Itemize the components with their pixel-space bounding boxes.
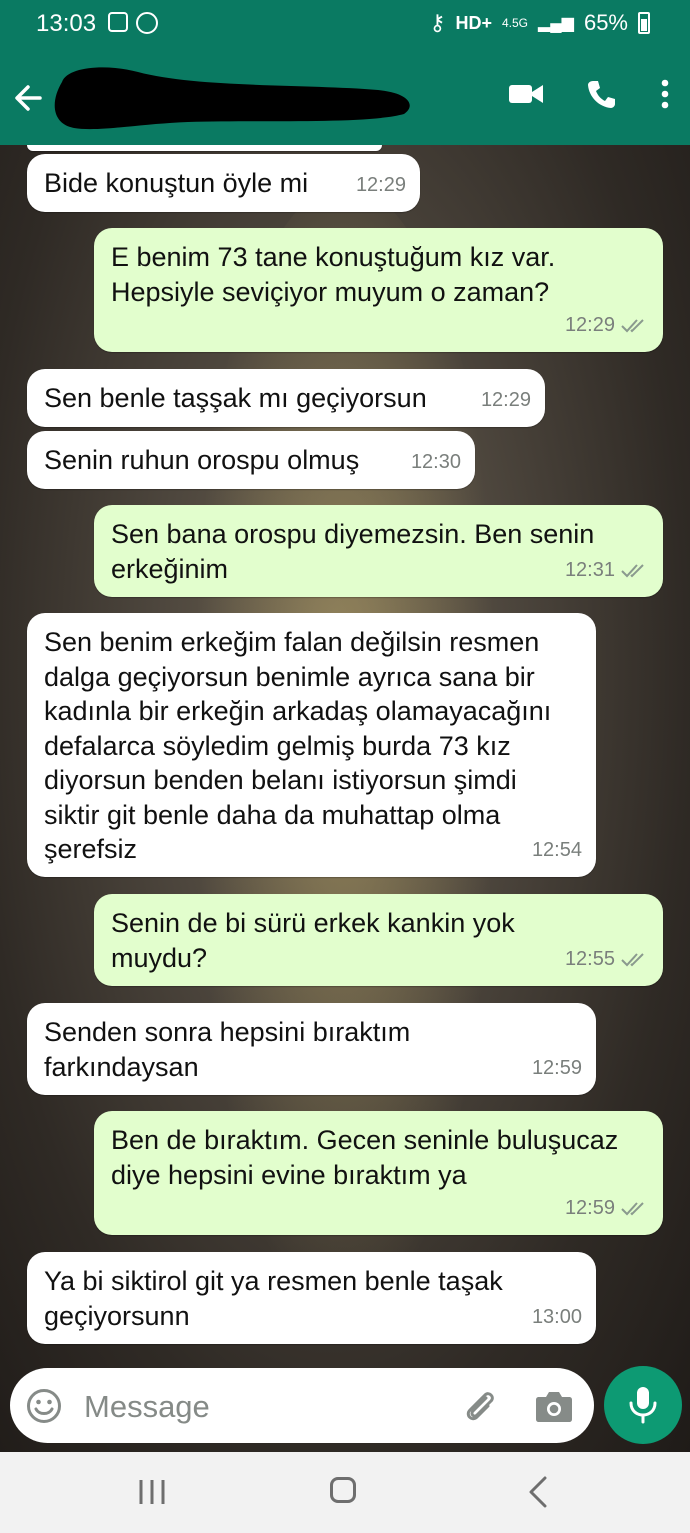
message-list[interactable]: Bide konuştun öyle mi 12:29 E benim 73 t…: [0, 145, 690, 1452]
hd-icon: HD+: [455, 12, 492, 33]
message-time: 12:59: [531, 1056, 582, 1079]
battery-label: 65%: [583, 10, 628, 35]
message-text: Senden sonra hepsini bıraktım farkındays…: [44, 1017, 411, 1082]
battery-icon: [638, 12, 650, 34]
read-ticks-icon: [621, 1202, 644, 1216]
home-icon[interactable]: [330, 1477, 356, 1503]
message-text: Sen bana orospu diyemezsin. Ben senin er…: [111, 519, 595, 584]
message-time: 12:30: [410, 450, 461, 473]
message-text: Ben de bıraktım. Gecen seninle buluşucaz…: [111, 1125, 619, 1190]
message-bubble-incoming[interactable]: Sen benle taşşak mı geçiyorsun 12:29: [27, 369, 545, 427]
chat-header: [0, 50, 690, 145]
nav-back-icon[interactable]: [528, 1476, 548, 1508]
recent-apps-icon[interactable]: [138, 1479, 166, 1505]
read-ticks-icon: [621, 564, 644, 578]
message-text: Ya bi siktirol git ya resmen benle taşak…: [44, 1266, 503, 1331]
message-text: E benim 73 tane konuştuğum kız var. Heps…: [111, 242, 556, 307]
redacted-contact-name[interactable]: [48, 62, 418, 134]
video-call-icon[interactable]: [508, 82, 544, 106]
whatsapp-notification-icon: [136, 12, 158, 34]
attach-icon[interactable]: [460, 1386, 500, 1426]
message-bubble-incoming[interactable]: Senin ruhun orospu olmuş 12:30: [27, 431, 475, 489]
message-time: 12:29: [564, 313, 615, 336]
message-text: Senin ruhun orospu olmuş: [44, 445, 360, 475]
message-input[interactable]: [82, 1386, 446, 1428]
message-bubble-incoming[interactable]: Sen benim erkeğim falan değilsin resmen …: [27, 613, 596, 877]
message-bubble-incoming[interactable]: Ya bi siktirol git ya resmen benle taşak…: [27, 1252, 596, 1344]
message-time: 12:29: [480, 388, 531, 411]
system-nav-bar: [0, 1452, 690, 1533]
camera-icon[interactable]: [535, 1388, 573, 1424]
message-text: Sen benle taşşak mı geçiyorsun: [44, 383, 427, 413]
message-bubble-incoming[interactable]: Bide konuştun öyle mi 12:29: [27, 154, 420, 212]
key-icon: ⚷: [429, 10, 446, 35]
signal-icon: ▂▄▆: [538, 15, 574, 32]
message-composer: [10, 1368, 594, 1443]
mic-button[interactable]: [604, 1366, 682, 1444]
network-label: 4.5G: [501, 16, 528, 30]
status-bar: 13:03 ⚷ HD+ 4.5G ▂▄▆ 65%: [0, 0, 690, 50]
message-bubble-incoming[interactable]: Senden sonra hepsini bıraktım farkındays…: [27, 1003, 596, 1095]
message-text: Sen benim erkeğim falan değilsin resmen …: [44, 627, 552, 864]
emoji-icon[interactable]: [26, 1388, 62, 1424]
more-vert-icon[interactable]: [660, 79, 670, 109]
message-text: Senin de bi sürü erkek kankin yok muydu?: [111, 908, 515, 973]
gallery-notification-icon: [108, 12, 128, 32]
mic-icon: [629, 1387, 657, 1424]
message-bubble-outgoing[interactable]: Ben de bıraktım. Gecen seninle buluşucaz…: [94, 1111, 663, 1235]
phone-icon[interactable]: [586, 78, 618, 110]
read-ticks-icon: [621, 319, 644, 333]
message-time: 13:00: [531, 1305, 582, 1328]
message-time: 12:59: [564, 1196, 615, 1219]
message-time: 12:31: [564, 558, 615, 581]
message-time: 12:54: [531, 838, 582, 861]
message-bubble-outgoing[interactable]: Senin de bi sürü erkek kankin yok muydu?…: [94, 894, 663, 986]
read-ticks-icon: [621, 953, 644, 967]
message-time: 12:55: [564, 947, 615, 970]
status-time: 13:03: [36, 10, 97, 37]
back-arrow-icon[interactable]: [10, 80, 46, 116]
message-bubble-outgoing[interactable]: Sen bana orospu diyemezsin. Ben senin er…: [94, 505, 663, 597]
message-text: Bide konuştun öyle mi: [44, 168, 309, 198]
partial-message-bubble: [27, 145, 382, 151]
message-bubble-outgoing[interactable]: E benim 73 tane konuştuğum kız var. Heps…: [94, 228, 663, 352]
message-time: 12:29: [355, 173, 406, 196]
